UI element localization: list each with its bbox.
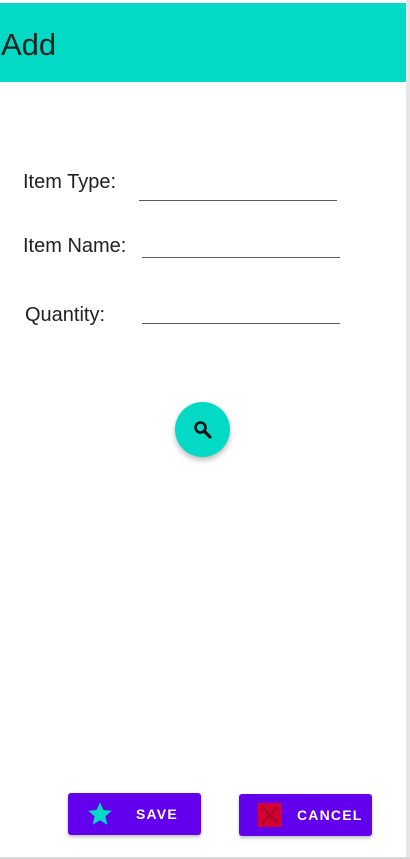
item-name-field[interactable] [142, 230, 340, 258]
item-name-label: Item Name: [23, 235, 127, 257]
add-item-screen: Add Item Type: Item Name: Quantity: SAVE [0, 0, 410, 859]
screen-edge [406, 0, 410, 859]
search-icon [193, 420, 212, 439]
cancel-button-label: CANCEL [297, 807, 363, 823]
star-icon [86, 800, 114, 828]
cancel-button[interactable]: CANCEL [239, 794, 372, 836]
page-title: Add [1, 27, 57, 62]
cancel-icon [257, 802, 283, 828]
quantity-label: Quantity: [25, 304, 106, 326]
save-button-label: SAVE [136, 806, 178, 822]
app-bar: Add [0, 3, 406, 82]
item-type-label: Item Type: [23, 171, 117, 193]
quantity-field[interactable] [142, 296, 340, 324]
save-button[interactable]: SAVE [68, 793, 201, 835]
search-button[interactable] [175, 402, 230, 457]
item-type-field[interactable] [139, 173, 337, 201]
